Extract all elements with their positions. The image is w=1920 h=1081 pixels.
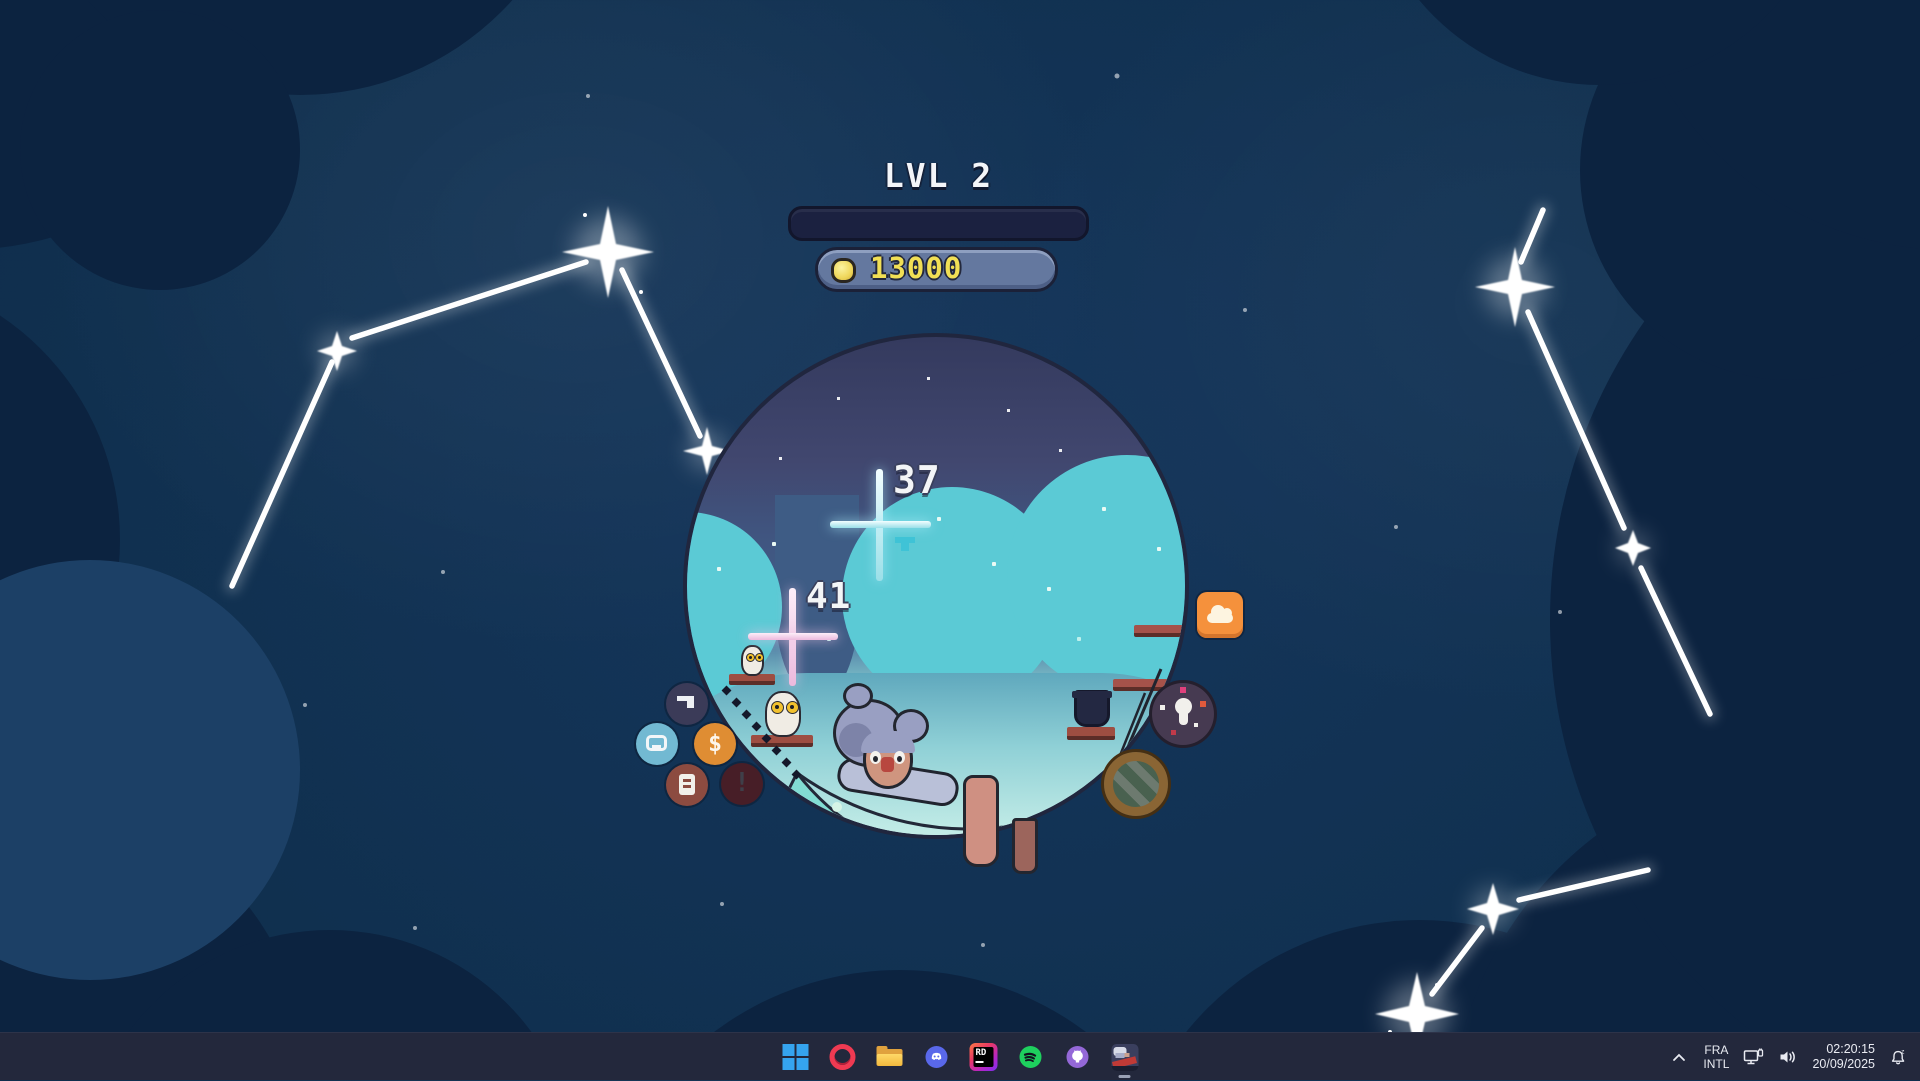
- alert-badge[interactable]: !: [721, 763, 763, 805]
- spirit-dot: [1200, 701, 1206, 707]
- clock[interactable]: 02:20:15 20/09/2025: [1812, 1042, 1875, 1072]
- network-icon[interactable]: [1742, 1046, 1764, 1068]
- spirit-dot: [1171, 730, 1176, 735]
- frame-badge[interactable]: [636, 723, 678, 765]
- coin-icon: [831, 258, 856, 283]
- dollar-icon: $: [708, 731, 722, 757]
- folder-icon: [876, 1045, 904, 1069]
- rider-icon: RD: [970, 1043, 998, 1071]
- sparkle-cross-top[interactable]: [830, 521, 931, 528]
- windows-start-button[interactable]: [781, 1035, 811, 1079]
- ledger-badge[interactable]: [666, 764, 708, 806]
- svg-text:z: z: [1901, 1048, 1904, 1055]
- volume-icon[interactable]: [1777, 1046, 1799, 1068]
- money-badge[interactable]: $: [694, 723, 736, 765]
- taskbar: RD: [0, 1032, 1920, 1080]
- character-leg: [963, 775, 999, 867]
- coin-counter: 13000: [815, 247, 1058, 292]
- nose: [881, 757, 894, 772]
- pupil: [873, 756, 878, 762]
- planet-game-button[interactable]: [1110, 1035, 1140, 1079]
- xp-progress-bar: [788, 206, 1089, 241]
- spotify-button[interactable]: [1016, 1035, 1046, 1079]
- cloud-icon: [1222, 608, 1232, 618]
- frame-icon: [652, 745, 661, 748]
- tray-time: 02:20:15: [1812, 1042, 1875, 1057]
- exclamation-icon: !: [734, 768, 750, 798]
- language-code: FRA: [1703, 1043, 1729, 1057]
- water-drop-icon: [895, 537, 915, 543]
- tray-date: 20/09/2025: [1812, 1057, 1875, 1072]
- windows-icon: [783, 1044, 809, 1070]
- spirit-dot: [1194, 723, 1198, 727]
- github-icon: [1067, 1046, 1089, 1068]
- coin-value: 13000: [870, 248, 962, 289]
- ledger-icon: [683, 785, 691, 788]
- hair-bun: [843, 683, 873, 709]
- counter-top: 37: [893, 458, 941, 502]
- github-desktop-button[interactable]: [1063, 1035, 1093, 1079]
- rider-button[interactable]: RD: [969, 1035, 999, 1079]
- spirit-button[interactable]: [1152, 683, 1214, 745]
- opera-gx-icon: [830, 1044, 856, 1070]
- sparkle-cross-mid[interactable]: [748, 633, 838, 640]
- discord-icon: [926, 1046, 948, 1068]
- hair-fringe: [861, 731, 915, 753]
- ringed-planet-button[interactable]: [1104, 752, 1168, 816]
- ledger-icon: [683, 779, 691, 782]
- rider-label: RD: [976, 1048, 987, 1058]
- system-tray: FRA INTL 02:20:15 20/09/2025 z: [1668, 1033, 1910, 1081]
- ghost-icon: [1179, 711, 1188, 725]
- active-app-indicator: [1119, 1075, 1131, 1078]
- discord-button[interactable]: [922, 1035, 952, 1079]
- spotify-icon: [1020, 1046, 1042, 1068]
- file-explorer-button[interactable]: [875, 1035, 905, 1079]
- opera-gx-button[interactable]: [828, 1035, 858, 1079]
- character-leg: [1012, 818, 1038, 874]
- taskbar-dock: RD: [781, 1033, 1140, 1081]
- level-label: LVL 2: [788, 156, 1089, 195]
- cloud-button[interactable]: [1197, 592, 1243, 638]
- planet-game-icon: [1111, 1044, 1138, 1071]
- keyboard-layout: INTL: [1703, 1057, 1729, 1071]
- flag-icon: [687, 701, 694, 708]
- focus-assist-bell-icon[interactable]: z: [1888, 1046, 1910, 1068]
- tray-chevron-up-icon[interactable]: [1668, 1046, 1690, 1068]
- desktop: { "hud": { "level_label": "LVL 2", "xp_p…: [0, 0, 1920, 1080]
- spirit-dot: [1180, 687, 1186, 693]
- frame-icon: [646, 735, 667, 751]
- keyboard-language[interactable]: FRA INTL: [1703, 1043, 1729, 1071]
- counter-mid: 41: [806, 576, 851, 617]
- pupil: [897, 756, 902, 762]
- spirit-dot: [1160, 705, 1165, 710]
- flag-badge[interactable]: [666, 683, 708, 725]
